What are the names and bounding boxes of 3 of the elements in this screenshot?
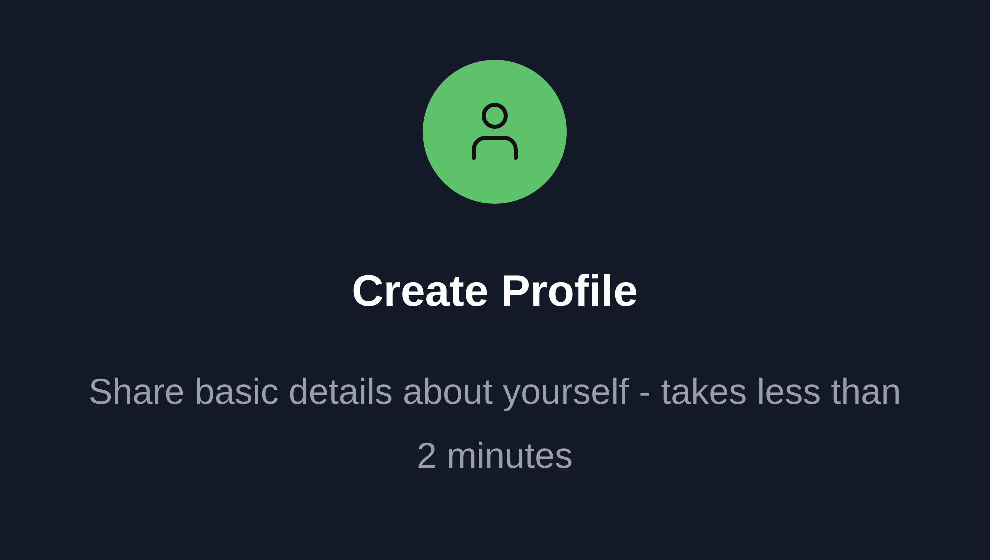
person-icon [470, 102, 520, 162]
description-text: Share basic details about yourself - takes less than 2 minutes [88, 370, 902, 478]
page-title: Create Profile [352, 266, 638, 318]
